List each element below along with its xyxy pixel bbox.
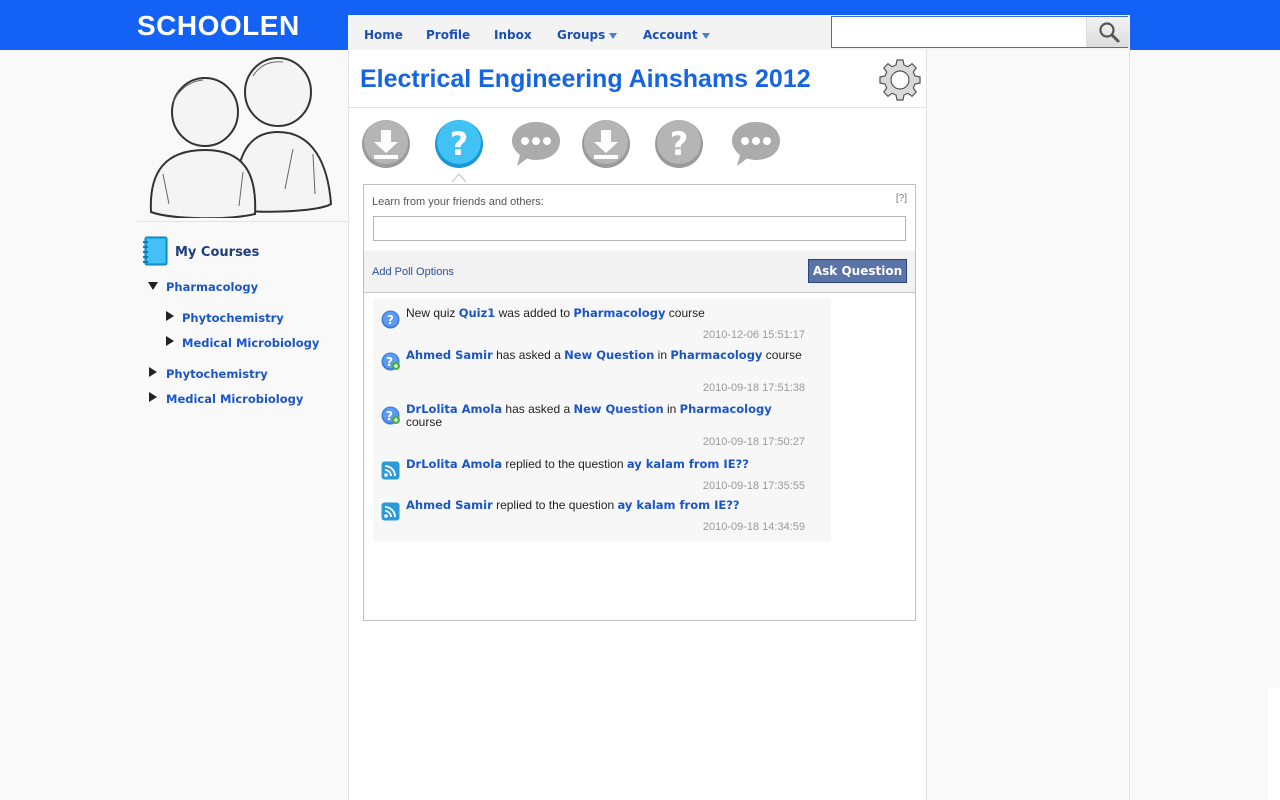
feed-static-text: course bbox=[406, 415, 443, 429]
feed-text: New quiz Quiz1 was added to Pharmacology… bbox=[406, 307, 806, 320]
svg-text:?: ? bbox=[450, 125, 469, 163]
feed-static-text: replied to the question bbox=[492, 498, 618, 512]
feed-link[interactable]: ay kalam from IE?? bbox=[627, 457, 749, 471]
nav-inbox[interactable]: Inbox bbox=[494, 28, 532, 42]
expand-triangle-icon[interactable] bbox=[166, 311, 174, 321]
main-content: Electrical Engineering Ainshams 2012 ? ? bbox=[348, 50, 927, 800]
chevron-down-icon bbox=[701, 32, 710, 39]
feed-link[interactable]: New Question bbox=[564, 348, 654, 362]
collapse-triangle-icon[interactable] bbox=[148, 282, 158, 290]
course-medical-microbiology[interactable]: Medical Microbiology bbox=[166, 392, 303, 406]
feed-text: Ahmed Samir has asked a New Question in … bbox=[406, 349, 806, 362]
page-title: Electrical Engineering Ainshams 2012 bbox=[360, 65, 811, 93]
page-edge bbox=[1268, 688, 1280, 800]
feed-static-text: has asked a bbox=[492, 348, 565, 362]
question-input[interactable] bbox=[373, 216, 906, 241]
feed-static-text: was added to bbox=[495, 306, 574, 320]
nav-home[interactable]: Home bbox=[364, 28, 403, 42]
feed-static-text: New quiz bbox=[406, 306, 459, 320]
search-box bbox=[831, 16, 1129, 48]
question-icon[interactable]: ? bbox=[653, 118, 705, 170]
magnifier-icon bbox=[1099, 22, 1120, 43]
feed-text: Ahmed Samir replied to the question ay k… bbox=[406, 499, 806, 512]
activity-feed: ? New quiz Quiz1 was added to Pharmacolog… bbox=[373, 299, 831, 541]
feed-link[interactable]: ay kalam from IE?? bbox=[618, 498, 740, 512]
nav-account[interactable]: Account bbox=[643, 28, 710, 42]
ask-question-button[interactable]: Ask Question bbox=[808, 259, 907, 283]
nav-profile-label: Profile bbox=[426, 28, 471, 42]
nav-account-label: Account bbox=[643, 28, 698, 42]
feed-text: DrLolita Amola has asked a New Question … bbox=[406, 403, 806, 429]
feed-static-text: in bbox=[654, 348, 671, 362]
feed-timestamp: 2010-09-18 17:35:55 bbox=[702, 480, 805, 492]
feed-static-text: replied to the question bbox=[502, 457, 627, 471]
feed-link[interactable]: Pharmacology bbox=[573, 306, 665, 320]
rss-icon bbox=[381, 502, 400, 521]
nav-groups[interactable]: Groups bbox=[557, 28, 618, 42]
feed-static-text: course bbox=[762, 348, 802, 362]
course-phytochemistry-sub[interactable]: Phytochemistry bbox=[182, 311, 284, 325]
feed-link[interactable]: New Question bbox=[573, 402, 663, 416]
site-logo[interactable]: SCHOOLEN bbox=[137, 10, 300, 42]
ask-prompt: Learn from your friends and others: bbox=[372, 196, 544, 208]
rss-icon bbox=[381, 461, 400, 480]
expand-triangle-icon[interactable] bbox=[166, 336, 174, 346]
left-sidebar: My Courses Pharmacology Phytochemistry M… bbox=[137, 50, 348, 800]
svg-text:?: ? bbox=[386, 409, 393, 423]
svg-text:?: ? bbox=[670, 125, 689, 163]
feed-link[interactable]: Quiz1 bbox=[459, 306, 496, 320]
feed-timestamp: 2010-09-18 17:51:38 bbox=[702, 382, 805, 394]
gear-icon[interactable] bbox=[878, 58, 922, 102]
question-add-icon: ? bbox=[381, 352, 400, 371]
search-input[interactable] bbox=[834, 19, 1086, 47]
chevron-down-icon bbox=[609, 32, 618, 39]
svg-text:?: ? bbox=[386, 355, 393, 369]
svg-text:?: ? bbox=[387, 313, 394, 327]
feed-link[interactable]: Pharmacology bbox=[670, 348, 762, 362]
add-poll-options-link[interactable]: Add Poll Options bbox=[372, 266, 454, 278]
download-icon[interactable] bbox=[580, 118, 632, 170]
sidebar-divider bbox=[137, 221, 348, 222]
feed-timestamp: 2010-12-06 15:51:17 bbox=[702, 329, 805, 341]
active-tab-pointer bbox=[452, 174, 466, 182]
expand-triangle-icon[interactable] bbox=[149, 367, 157, 377]
feed-link[interactable]: Pharmacology bbox=[680, 402, 772, 416]
nav-profile[interactable]: Profile bbox=[426, 28, 470, 42]
notebook-icon bbox=[143, 236, 168, 266]
feed-link[interactable]: Ahmed Samir bbox=[406, 498, 493, 512]
feed-link[interactable]: DrLolita Amola bbox=[406, 402, 502, 416]
feed-text: DrLolita Amola replied to the question a… bbox=[406, 458, 806, 471]
course-medical-microbiology-sub[interactable]: Medical Microbiology bbox=[182, 336, 319, 350]
chat-bubble-icon[interactable] bbox=[510, 118, 562, 170]
feed-static-text: in bbox=[663, 402, 680, 416]
group-avatar-icon[interactable] bbox=[143, 54, 339, 218]
nav-inbox-label: Inbox bbox=[494, 28, 532, 42]
question-add-icon: ? bbox=[381, 406, 400, 425]
chat-bubble-icon[interactable] bbox=[730, 118, 782, 170]
feed-link[interactable]: Ahmed Samir bbox=[406, 348, 493, 362]
ask-question-panel: Learn from your friends and others: [?] … bbox=[363, 184, 916, 621]
nav-groups-label: Groups bbox=[557, 28, 606, 42]
right-sidebar bbox=[927, 50, 1130, 800]
feed-static-text: has asked a bbox=[502, 402, 574, 416]
expand-triangle-icon[interactable] bbox=[149, 392, 157, 402]
feed-link[interactable]: DrLolita Amola bbox=[406, 457, 502, 471]
question-icon[interactable]: ? bbox=[433, 118, 485, 170]
title-divider bbox=[349, 107, 926, 108]
course-phytochemistry[interactable]: Phytochemistry bbox=[166, 367, 268, 381]
feed-static-text: course bbox=[665, 306, 705, 320]
course-pharmacology[interactable]: Pharmacology bbox=[166, 280, 258, 294]
ask-action-bar: Add Poll Options Ask Question bbox=[364, 251, 915, 293]
feed-timestamp: 2010-09-18 14:34:59 bbox=[702, 521, 805, 533]
download-icon[interactable] bbox=[360, 118, 412, 170]
feed-timestamp: 2010-09-18 17:50:27 bbox=[702, 436, 805, 448]
help-link[interactable]: [?] bbox=[896, 193, 907, 204]
question-icon: ? bbox=[381, 310, 400, 329]
search-button[interactable] bbox=[1086, 17, 1129, 47]
my-courses-title: My Courses bbox=[175, 245, 260, 260]
nav-home-label: Home bbox=[364, 28, 403, 42]
